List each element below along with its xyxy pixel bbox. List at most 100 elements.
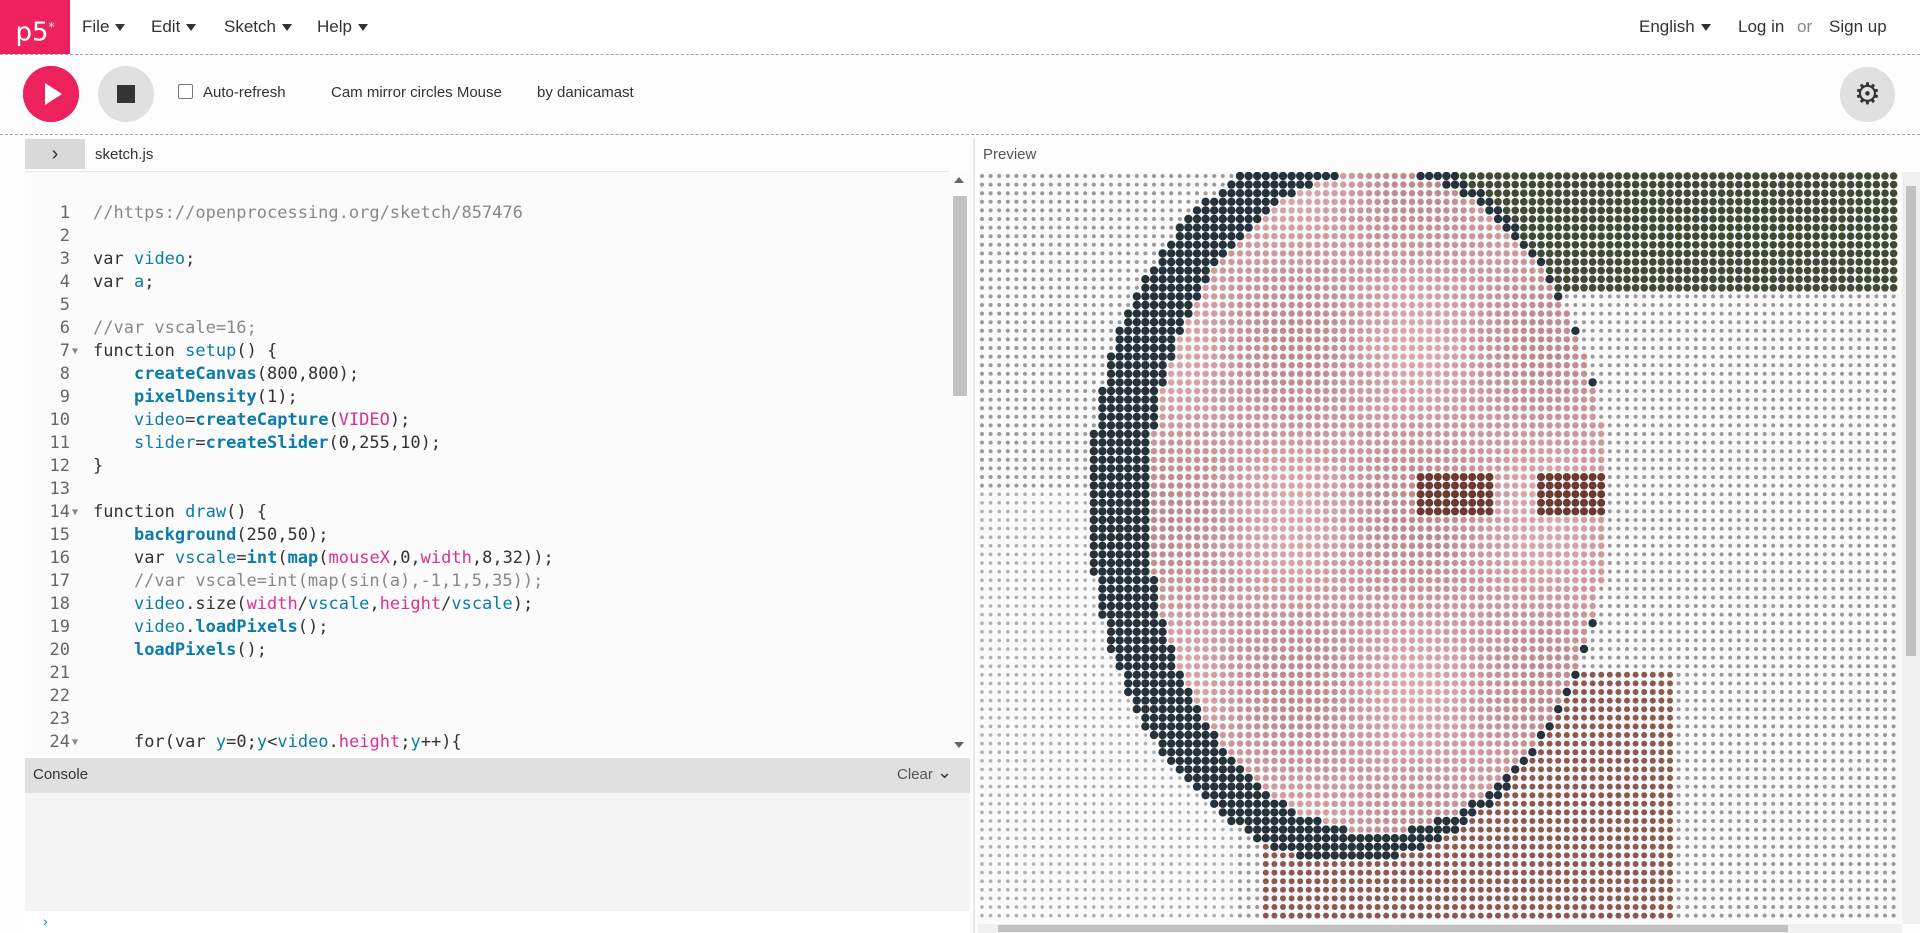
- settings-button[interactable]: ⚙: [1840, 67, 1895, 122]
- code-line[interactable]: 19 video.loadPixels();: [25, 616, 955, 639]
- code-line[interactable]: 16 var vscale=int(map(mouseX,0,width,8,3…: [25, 547, 955, 570]
- line-number: 6: [59, 318, 70, 338]
- code-editor[interactable]: 1 //https://openprocessing.org/sketch/857…: [25, 171, 970, 755]
- line-number: 14: [49, 502, 70, 522]
- code-text: }: [93, 456, 104, 476]
- console-clear-button[interactable]: Clear: [897, 766, 933, 783]
- sketch-name[interactable]: Cam mirror circles Mouse: [331, 84, 502, 101]
- stop-button[interactable]: [98, 66, 154, 122]
- menu-edit-label: Edit: [151, 17, 181, 36]
- gear-icon: ⚙: [1854, 78, 1881, 111]
- code-line[interactable]: 3 var video;: [25, 248, 955, 271]
- code-line[interactable]: 18 video.size(width/vscale,height/vscale…: [25, 593, 955, 616]
- code-text: var a;: [93, 272, 155, 292]
- language-dropdown[interactable]: English: [1639, 0, 1711, 54]
- auto-refresh-toggle[interactable]: Auto-refresh: [178, 84, 286, 101]
- code-text: var video;: [93, 249, 196, 269]
- editor-scrollbar[interactable]: [949, 171, 971, 754]
- auto-refresh-label: Auto-refresh: [203, 84, 286, 101]
- code-text: video.size(width/vscale,height/vscale);: [133, 594, 534, 614]
- line-number: 1: [59, 203, 70, 223]
- preview-label: Preview: [983, 146, 1037, 163]
- fold-arrow-icon[interactable]: ▼: [72, 340, 78, 363]
- menu-file[interactable]: File: [82, 0, 126, 54]
- code-area[interactable]: 1 //https://openprocessing.org/sketch/857…: [25, 202, 955, 754]
- line-number: 15: [49, 525, 70, 545]
- code-line[interactable]: 5: [25, 294, 955, 317]
- code-line[interactable]: 21: [25, 662, 955, 685]
- code-line[interactable]: 15 background(250,50);: [25, 524, 955, 547]
- fold-arrow-icon[interactable]: ▼: [72, 501, 78, 524]
- line-number: 12: [49, 456, 70, 476]
- preview-hscrollbar[interactable]: [978, 924, 1902, 933]
- p5-logo[interactable]: p5*: [0, 0, 70, 54]
- code-line[interactable]: 6 //var vscale=16;: [25, 317, 955, 340]
- code-line[interactable]: 23: [25, 708, 955, 731]
- console-output: [25, 793, 970, 911]
- code-line[interactable]: 4 var a;: [25, 271, 955, 294]
- play-button[interactable]: [23, 66, 79, 122]
- code-line[interactable]: 12}: [25, 455, 955, 478]
- line-number: 10: [49, 410, 70, 430]
- halftone-webcam-image: [980, 172, 1898, 919]
- console-input[interactable]: ›: [25, 911, 970, 933]
- code-text: //var vscale=16;: [93, 318, 257, 338]
- chevron-down-icon[interactable]: ⌄: [937, 762, 952, 783]
- pane-divider[interactable]: [973, 138, 975, 933]
- menu-help[interactable]: Help: [317, 0, 368, 54]
- code-text: createCanvas(800,800);: [133, 364, 360, 384]
- code-line[interactable]: 7 ▼ function setup() {: [25, 340, 955, 363]
- code-line[interactable]: 9 pixelDensity(1);: [25, 386, 955, 409]
- line-number: 2: [59, 226, 70, 246]
- auto-refresh-checkbox[interactable]: [178, 84, 193, 99]
- fold-arrow-icon[interactable]: ▼: [72, 731, 78, 754]
- menu-file-label: File: [82, 17, 110, 36]
- menu-edit[interactable]: Edit: [151, 0, 197, 54]
- line-number: 21: [49, 663, 70, 683]
- preview-scrollbar[interactable]: [1902, 172, 1920, 924]
- code-text: loadPixels();: [133, 640, 268, 660]
- code-line[interactable]: 1 //https://openprocessing.org/sketch/857…: [25, 202, 955, 225]
- console-prompt-icon: ›: [43, 913, 48, 929]
- editor-scroll-thumb[interactable]: [953, 196, 967, 396]
- login-link[interactable]: Log in: [1738, 0, 1784, 54]
- scroll-down-icon[interactable]: [954, 742, 964, 748]
- code-line[interactable]: 14 ▼ function draw() {: [25, 501, 955, 524]
- logo-asterisk: *: [48, 20, 55, 34]
- signup-link[interactable]: Sign up: [1829, 0, 1887, 54]
- preview-scroll-thumb[interactable]: [1906, 186, 1916, 656]
- line-number: 20: [49, 640, 70, 660]
- top-nav: p5* File Edit Sketch Help English Log in…: [0, 0, 1920, 55]
- line-number: 7: [59, 341, 70, 361]
- line-number: 23: [49, 709, 70, 729]
- code-line[interactable]: 13: [25, 478, 955, 501]
- code-line[interactable]: 11 slider=createSlider(0,255,10);: [25, 432, 955, 455]
- toolbar: Auto-refresh Cam mirror circles Mouse by…: [0, 55, 1920, 135]
- code-line[interactable]: 8 createCanvas(800,800);: [25, 363, 955, 386]
- code-text: video.loadPixels();: [133, 617, 329, 637]
- code-text: slider=createSlider(0,255,10);: [133, 433, 442, 453]
- code-line[interactable]: 20 loadPixels();: [25, 639, 955, 662]
- line-number: 16: [49, 548, 70, 568]
- scroll-up-icon[interactable]: [954, 177, 964, 183]
- preview-hscroll-thumb[interactable]: [998, 925, 1788, 932]
- chevron-down-icon: [281, 24, 292, 32]
- file-tab[interactable]: sketch.js: [95, 146, 153, 163]
- code-text: //https://openprocessing.org/sketch/8574…: [93, 203, 523, 223]
- code-text: pixelDensity(1);: [133, 387, 298, 407]
- code-line[interactable]: 22: [25, 685, 955, 708]
- sketch-author[interactable]: by danicamast: [537, 84, 634, 101]
- code-line[interactable]: 10 video=createCapture(VIDEO);: [25, 409, 955, 432]
- menu-sketch[interactable]: Sketch: [224, 0, 292, 54]
- code-text: function draw() {: [93, 502, 268, 522]
- code-line[interactable]: 2: [25, 225, 955, 248]
- chevron-down-icon: [1700, 24, 1711, 32]
- sketch-preview-canvas[interactable]: [978, 172, 1900, 924]
- sidebar-toggle-button[interactable]: ›: [25, 139, 85, 169]
- code-line[interactable]: 24 ▼ for(var y=0;y<video.height;y++){: [25, 731, 955, 754]
- line-number: 5: [59, 295, 70, 315]
- code-line[interactable]: 17 //var vscale=int(map(sin(a),-1,1,5,35…: [25, 570, 955, 593]
- chevron-down-icon: [186, 24, 197, 32]
- code-text: function setup() {: [93, 341, 278, 361]
- editor-tabbar: › sketch.js: [25, 138, 970, 170]
